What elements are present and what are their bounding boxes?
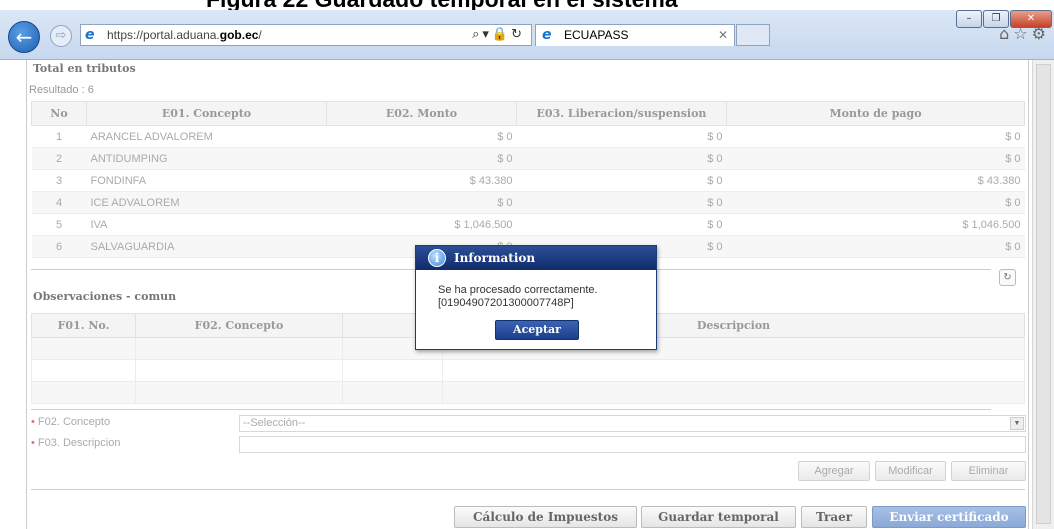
col-header: No	[31, 101, 87, 126]
information-dialog: i Information Se ha procesado correctame…	[415, 245, 657, 350]
table-row[interactable]: 2 ANTIDUMPING $ 0 $ 0 $ 0	[31, 147, 1025, 170]
row-monto-pago: $ 0	[726, 147, 1025, 170]
row-liberacion: $ 0	[516, 169, 727, 192]
row-monto-pago: $ 0	[726, 235, 1025, 258]
lock-icon[interactable]: 🔒	[492, 27, 511, 42]
chevron-down-icon[interactable]: ▼	[1010, 417, 1024, 430]
descripcion-input[interactable]	[239, 436, 1026, 453]
minimize-button[interactable]: –	[956, 10, 982, 28]
row-monto-pago: $ 0	[726, 125, 1025, 148]
table-row[interactable]: 4 ICE ADVALOREM $ 0 $ 0 $ 0	[31, 191, 1025, 214]
ie-logo-icon: e	[542, 27, 552, 43]
col-header: E01. Concepto	[86, 101, 327, 126]
row-no: 2	[31, 147, 87, 170]
save-temp-button[interactable]: Guardar temporal	[641, 506, 796, 528]
table-row[interactable]	[31, 381, 1025, 404]
row-monto-pago: $ 1,046.500	[726, 213, 1025, 236]
row-monto-pago: $ 0	[726, 191, 1025, 214]
tab-title: ECUAPASS	[564, 28, 629, 42]
address-tools[interactable]: ⌕▾🔒↻	[472, 27, 525, 42]
new-tab-button[interactable]	[736, 24, 770, 46]
caption-text: Figura 22 Guardado temporal en el sistem…	[206, 0, 678, 10]
figure-caption: Figura 22 Guardado temporal en el sistem…	[0, 0, 1054, 10]
browser-tools: ⌂☆⚙	[999, 24, 1050, 43]
row-no: 1	[31, 125, 87, 148]
row-no: 3	[31, 169, 87, 192]
dialog-header: i Information	[416, 246, 656, 270]
row-liberacion: $ 0	[516, 191, 727, 214]
row-liberacion: $ 0	[516, 213, 727, 236]
table-header-row: No E01. Concepto E02. Monto E03. Liberac…	[31, 101, 1025, 126]
row-concepto: FONDINFA	[86, 169, 327, 192]
row-no: 4	[31, 191, 87, 214]
table-row[interactable]: 5 IVA $ 1,046.500 $ 0 $ 1,046.500	[31, 213, 1025, 236]
col-header: F02. Concepto	[135, 313, 343, 338]
modify-button[interactable]: Modificar	[875, 461, 946, 481]
home-icon[interactable]: ⌂	[999, 24, 1013, 43]
url-text: https://portal.aduana.gob.ec/	[107, 28, 262, 42]
table-row[interactable]	[31, 359, 1025, 382]
tributos-table: No E01. Concepto E02. Monto E03. Liberac…	[31, 101, 1025, 258]
back-arrow-icon[interactable]: ←	[8, 21, 40, 53]
row-no: 6	[31, 235, 87, 258]
table-row[interactable]: 1 ARANCEL ADVALOREM $ 0 $ 0 $ 0	[31, 125, 1025, 148]
forward-arrow-icon[interactable]: ⇨	[50, 25, 72, 47]
col-header: F01. No.	[31, 313, 136, 338]
row-monto: $ 0	[326, 125, 517, 148]
search-icon[interactable]: ⌕	[472, 27, 482, 42]
row-liberacion: $ 0	[516, 125, 727, 148]
star-icon[interactable]: ☆	[1013, 24, 1031, 43]
add-button[interactable]: Agregar	[798, 461, 870, 481]
row-liberacion: $ 0	[516, 147, 727, 170]
col-header: E03. Liberacion/suspension	[516, 101, 727, 126]
row-monto: $ 0	[326, 191, 517, 214]
dialog-message: Se ha procesado correctamente. [01904907…	[438, 284, 598, 309]
divider	[31, 409, 991, 410]
gear-icon[interactable]: ⚙	[1032, 24, 1050, 43]
concepto-label: • F02. Concepto	[31, 416, 111, 428]
descripcion-label: • F03. Descripcion	[31, 437, 121, 449]
row-monto: $ 43.380	[326, 169, 517, 192]
delete-button[interactable]: Eliminar	[951, 461, 1026, 481]
info-icon: i	[428, 249, 446, 267]
close-icon[interactable]: ✕	[718, 28, 728, 42]
observaciones-title: Observaciones - comun	[33, 290, 177, 303]
tributos-title: Total en tributos	[33, 62, 136, 75]
refresh-icon[interactable]: ↻	[511, 27, 525, 42]
scrollbar-thumb[interactable]	[1036, 64, 1051, 524]
row-concepto: ARANCEL ADVALOREM	[86, 125, 327, 148]
row-monto: $ 0	[326, 147, 517, 170]
vertical-scrollbar[interactable]	[1032, 60, 1054, 529]
col-header: E02. Monto	[326, 101, 517, 126]
row-concepto: IVA	[86, 213, 327, 236]
row-concepto: ICE ADVALOREM	[86, 191, 327, 214]
row-no: 5	[31, 213, 87, 236]
address-bar[interactable]: e https://portal.aduana.gob.ec/ ⌕▾🔒↻	[80, 24, 532, 46]
refresh-icon[interactable]: ↻	[999, 269, 1016, 286]
divider	[31, 489, 1025, 490]
row-concepto: SALVAGUARDIA	[86, 235, 327, 258]
send-certificate-button[interactable]: Enviar certificado	[872, 506, 1026, 528]
table-row[interactable]: 3 FONDINFA $ 43.380 $ 0 $ 43.380	[31, 169, 1025, 192]
row-monto-pago: $ 43.380	[726, 169, 1025, 192]
row-concepto: ANTIDUMPING	[86, 147, 327, 170]
accept-button[interactable]: Aceptar	[495, 320, 579, 340]
concepto-select[interactable]: --Selección-- ▼	[239, 415, 1026, 432]
result-count: Resultado : 6	[29, 84, 94, 96]
fetch-button[interactable]: Traer	[801, 506, 867, 528]
dialog-title: Information	[454, 251, 536, 265]
row-monto: $ 1,046.500	[326, 213, 517, 236]
calculate-taxes-button[interactable]: Cálculo de Impuestos	[454, 506, 637, 528]
col-header: Monto de pago	[726, 101, 1025, 126]
tab-ecuapass[interactable]: e ECUAPASS ✕	[535, 24, 735, 46]
ie-logo-icon: e	[85, 27, 95, 43]
